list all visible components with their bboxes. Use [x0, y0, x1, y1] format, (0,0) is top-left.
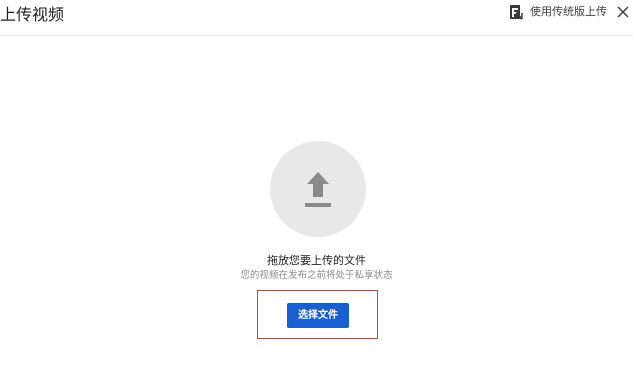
close-button[interactable] — [616, 5, 630, 19]
drop-title: 拖放您要上传的文件 — [267, 254, 366, 267]
upload-video-dialog: 上传视频 使用传统版上传 拖放您要上传的文件 您的视频在发布之前将处于私享状态 … — [0, 0, 633, 374]
legacy-upload-link[interactable]: 使用传统版上传 — [509, 3, 607, 21]
upload-drop-zone[interactable] — [270, 141, 366, 237]
dialog-header: 上传视频 使用传统版上传 — [0, 0, 633, 36]
dialog-title: 上传视频 — [0, 5, 65, 24]
drop-subtitle: 您的视频在发布之前将处于私享状态 — [240, 270, 393, 281]
legacy-upload-icon — [509, 4, 530, 20]
select-file-button[interactable]: 选择文件 — [287, 303, 349, 328]
close-icon — [616, 5, 630, 19]
legacy-upload-label: 使用传统版上传 — [530, 5, 607, 18]
